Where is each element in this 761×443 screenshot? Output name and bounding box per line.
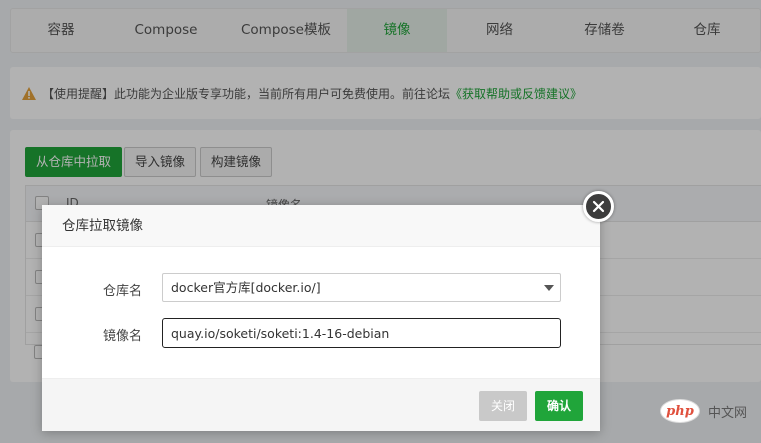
registry-select-value: docker官方库[docker.io/] [171,280,321,295]
image-name-input[interactable] [162,318,561,348]
chevron-down-icon [544,285,554,291]
pull-image-dialog: 仓库拉取镜像 仓库名 docker官方库[docker.io/] 镜像名 关闭 … [42,205,600,431]
watermark: php 中文网 [660,398,747,424]
registry-select[interactable]: docker官方库[docker.io/] [162,273,561,302]
watermark-text: 中文网 [708,405,748,421]
dialog-close-icon[interactable] [583,191,614,222]
dialog-title: 仓库拉取镜像 [42,205,600,247]
confirm-button[interactable]: 确认 [535,391,584,421]
close-icon [592,200,605,213]
image-name-label: 镜像名 [102,329,142,344]
dialog-footer: 关闭 确认 [42,378,600,431]
registry-label: 仓库名 [102,284,142,299]
close-button[interactable]: 关闭 [479,391,528,421]
php-logo: php [660,399,700,423]
